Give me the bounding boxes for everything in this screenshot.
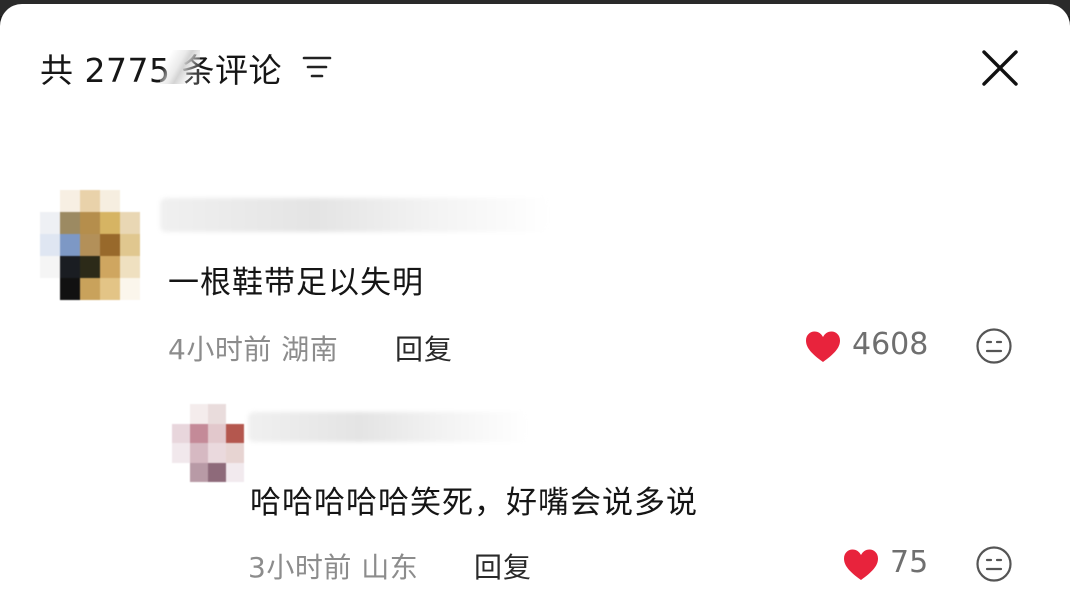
comment-time: 4小时前 [168, 333, 272, 366]
like-count: 75 [890, 545, 929, 580]
comment-meta: 3小时前 山东 [248, 546, 418, 586]
comment-meta: 4小时前 湖南 [168, 328, 338, 368]
comment-text: 一根鞋带足以失明 [168, 265, 424, 301]
comment-time: 3小时前 [248, 551, 352, 584]
reaction-face-icon[interactable] [975, 327, 1013, 365]
title-blur-mask [160, 50, 200, 84]
close-icon[interactable] [978, 46, 1022, 90]
comment-sheet: 共 2775 条评论 一根鞋带足以失明 4小时前 湖南 回复 4608 哈哈哈哈… [0, 4, 1070, 613]
reply-button[interactable]: 回复 [395, 328, 453, 368]
reply-button[interactable]: 回复 [474, 546, 532, 586]
avatar[interactable] [40, 190, 140, 300]
reaction-face-icon[interactable] [975, 545, 1013, 583]
comment-location: 湖南 [281, 333, 339, 366]
username-blurred [248, 412, 528, 442]
heart-icon[interactable] [804, 330, 842, 364]
comment-location: 山东 [361, 551, 419, 584]
comment-text: 哈哈哈哈哈笑死，好嘴会说多说 [250, 485, 698, 521]
avatar[interactable] [172, 404, 244, 482]
heart-icon[interactable] [842, 548, 880, 582]
filter-lines-icon[interactable] [302, 54, 332, 80]
like-count: 4608 [852, 327, 929, 362]
username-blurred [160, 198, 550, 232]
